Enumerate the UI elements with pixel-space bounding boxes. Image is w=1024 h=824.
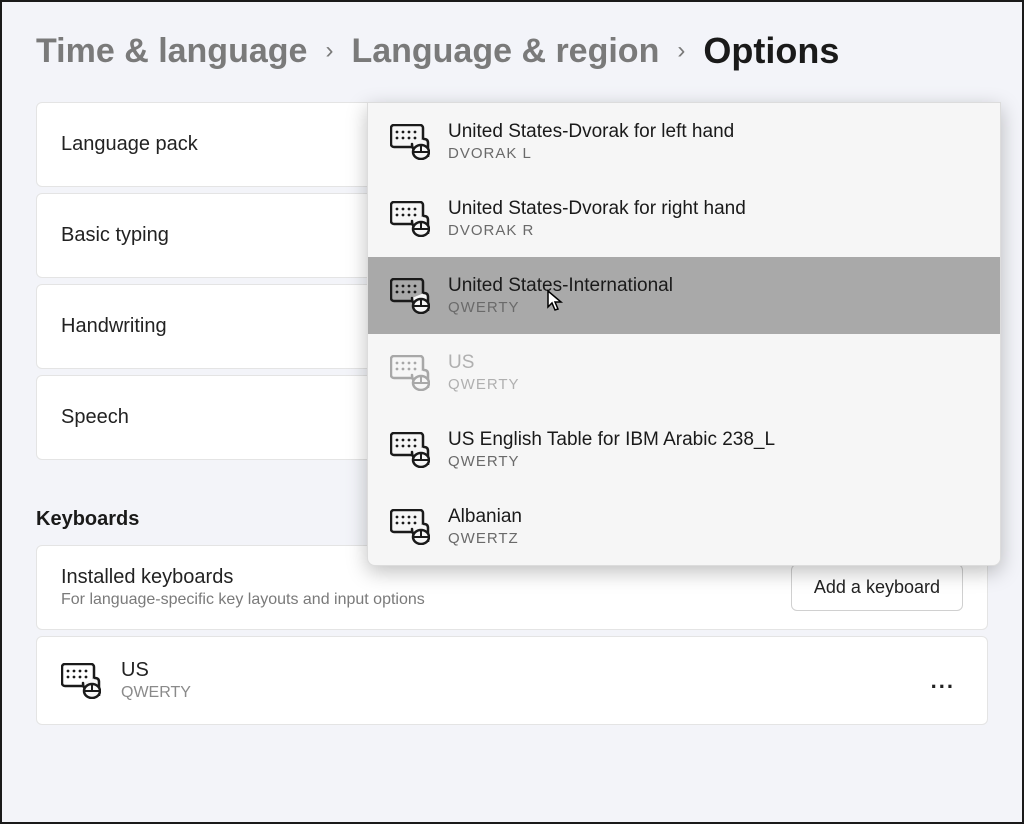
dropdown-item-layout: DVORAK L [448,145,734,162]
dropdown-item-us-english-ibm-arabic[interactable]: US English Table for IBM Arabic 238_L QW… [368,411,1000,488]
installed-keyboards-title: Installed keyboards [61,566,425,589]
breadcrumb-language-region[interactable]: Language & region [351,32,659,71]
breadcrumb-options: Options [703,30,839,72]
keyboard-row[interactable]: US QWERTY ... [36,636,988,725]
dropdown-item-name: United States-Dvorak for right hand [448,198,746,220]
dropdown-item-layout: QWERTY [448,299,673,316]
keyboard-icon [390,278,430,314]
keyboard-icon [390,124,430,160]
keyboard-icon [390,355,430,391]
dropdown-item-dvorak-left[interactable]: United States-Dvorak for left hand DVORA… [368,103,1000,180]
dropdown-item-name: US [448,352,520,374]
dropdown-item-name: US English Table for IBM Arabic 238_L [448,429,775,451]
breadcrumb-time-language[interactable]: Time & language [36,32,307,71]
more-options-button[interactable]: ... [923,664,963,698]
dropdown-item-name: United States-Dvorak for left hand [448,121,734,143]
dropdown-item-dvorak-right[interactable]: United States-Dvorak for right hand DVOR… [368,180,1000,257]
dropdown-item-us: US QWERTY [368,334,1000,411]
dropdown-item-name: United States-International [448,275,673,297]
installed-keyboards-subtitle: For language-specific key layouts and in… [61,591,425,609]
keyboard-name: US [121,659,191,682]
breadcrumb: Time & language › Language & region › Op… [36,30,988,72]
add-keyboard-button[interactable]: Add a keyboard [791,564,963,611]
dropdown-item-layout: DVORAK R [448,222,746,239]
dropdown-item-name: Albanian [448,506,522,528]
keyboard-icon [390,201,430,237]
keyboard-icon [390,509,430,545]
dropdown-item-layout: QWERTZ [448,530,522,547]
keyboard-layout-dropdown: United States-Dvorak for left hand DVORA… [367,102,1001,566]
keyboard-icon [61,663,101,699]
keyboard-layout: QWERTY [121,684,191,702]
dropdown-item-albanian[interactable]: Albanian QWERTZ [368,488,1000,565]
chevron-right-icon: › [677,37,685,65]
chevron-right-icon: › [325,37,333,65]
dropdown-item-layout: QWERTY [448,376,520,393]
dropdown-item-layout: QWERTY [448,453,775,470]
dropdown-item-us-international[interactable]: United States-International QWERTY [368,257,1000,334]
keyboard-icon [390,432,430,468]
